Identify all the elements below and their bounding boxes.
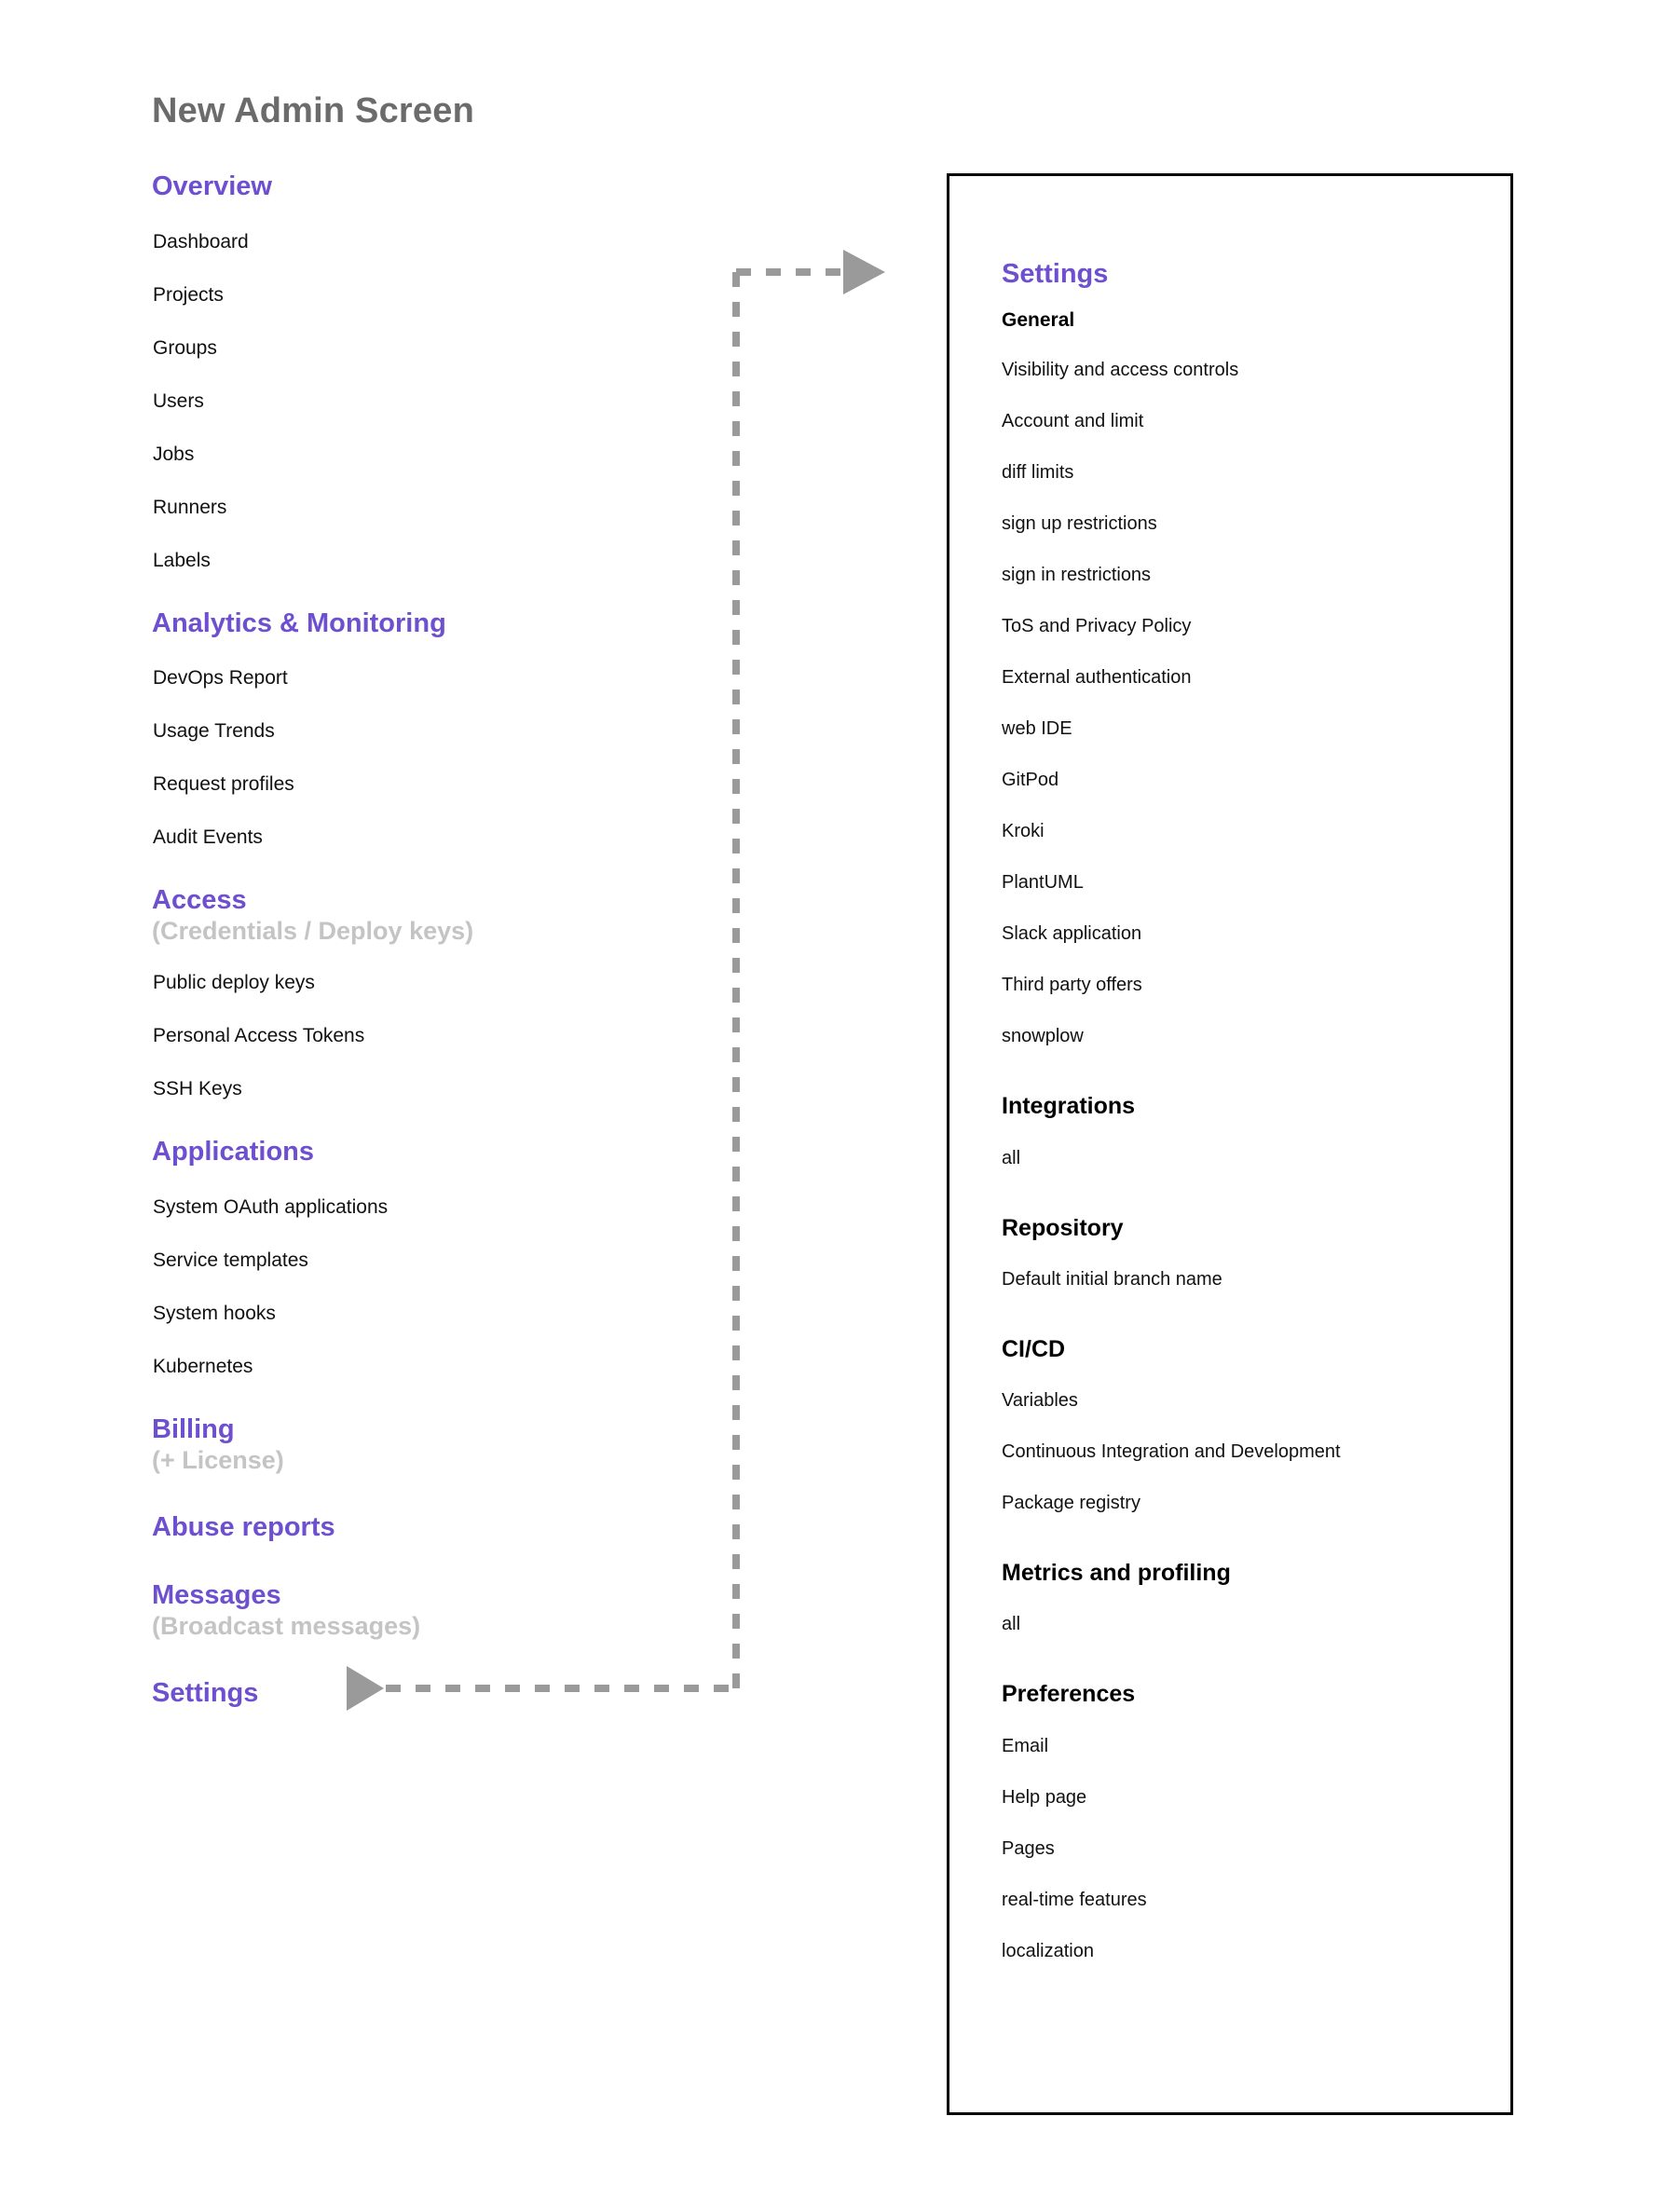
nav-item-jobs[interactable]: Jobs bbox=[152, 444, 674, 464]
nav-group-messages: Messages (Broadcast messages) bbox=[152, 1581, 674, 1640]
admin-nav-column: Overview Dashboard Projects Groups Users… bbox=[152, 172, 674, 1708]
nav-group-heading-overview[interactable]: Overview bbox=[152, 172, 674, 201]
nav-group-heading-analytics-monitoring[interactable]: Analytics & Monitoring bbox=[152, 608, 674, 638]
nav-group-heading-abuse-reports[interactable]: Abuse reports bbox=[152, 1513, 674, 1542]
nav-item-labels[interactable]: Labels bbox=[152, 551, 674, 570]
nav-item-system-oauth-applications[interactable]: System OAuth applications bbox=[152, 1197, 674, 1217]
settings-item-tos-and-privacy-policy[interactable]: ToS and Privacy Policy bbox=[1002, 617, 1494, 635]
settings-item-default-initial-branch-name[interactable]: Default initial branch name bbox=[1002, 1270, 1494, 1289]
nav-group-abuse-reports: Abuse reports bbox=[152, 1513, 674, 1542]
settings-item-sign-in-restrictions[interactable]: sign in restrictions bbox=[1002, 566, 1494, 584]
settings-panel-content: Settings General Visibility and access c… bbox=[1002, 260, 1494, 1960]
nav-item-system-hooks[interactable]: System hooks bbox=[152, 1304, 674, 1323]
settings-section-heading-repository: Repository bbox=[1002, 1214, 1124, 1241]
settings-item-real-time-features[interactable]: real-time features bbox=[1002, 1891, 1494, 1909]
nav-group-billing: Billing (+ License) bbox=[152, 1415, 674, 1474]
settings-section-heading-ci-cd: CI/CD bbox=[1002, 1335, 1066, 1362]
settings-item-email[interactable]: Email bbox=[1002, 1737, 1494, 1755]
settings-section-heading-preferences: Preferences bbox=[1002, 1681, 1136, 1708]
nav-group-settings: Settings bbox=[152, 1679, 674, 1708]
nav-item-kubernetes[interactable]: Kubernetes bbox=[152, 1357, 674, 1376]
nav-group-applications: Applications System OAuth applications S… bbox=[152, 1138, 674, 1376]
nav-item-personal-access-tokens[interactable]: Personal Access Tokens bbox=[152, 1026, 674, 1045]
settings-item-gitpod[interactable]: GitPod bbox=[1002, 771, 1494, 789]
settings-section-heading-metrics-and-profiling: Metrics and profiling bbox=[1002, 1560, 1231, 1587]
nav-group-subheading-billing: (+ License) bbox=[152, 1445, 284, 1474]
settings-detail-panel: Settings General Visibility and access c… bbox=[947, 173, 1513, 2115]
nav-group-heading-settings[interactable]: Settings bbox=[152, 1679, 674, 1708]
nav-item-public-deploy-keys[interactable]: Public deploy keys bbox=[152, 973, 674, 992]
nav-group-heading-billing[interactable]: Billing bbox=[152, 1415, 674, 1444]
nav-group-access: Access (Credentials / Deploy keys) Publi… bbox=[152, 886, 674, 1099]
settings-panel-title: Settings bbox=[1002, 259, 1109, 289]
nav-group-heading-messages[interactable]: Messages bbox=[152, 1581, 674, 1610]
settings-item-diff-limits[interactable]: diff limits bbox=[1002, 463, 1494, 482]
settings-item-account-and-limit[interactable]: Account and limit bbox=[1002, 412, 1494, 430]
nav-group-heading-applications[interactable]: Applications bbox=[152, 1138, 674, 1167]
settings-item-pages[interactable]: Pages bbox=[1002, 1839, 1494, 1858]
settings-item-external-authentication[interactable]: External authentication bbox=[1002, 668, 1494, 687]
nav-item-users[interactable]: Users bbox=[152, 391, 674, 411]
settings-item-third-party-offers[interactable]: Third party offers bbox=[1002, 976, 1494, 994]
nav-item-service-templates[interactable]: Service templates bbox=[152, 1250, 674, 1270]
nav-item-projects[interactable]: Projects bbox=[152, 285, 674, 305]
nav-item-usage-trends[interactable]: Usage Trends bbox=[152, 721, 674, 741]
arrow-right-icon bbox=[843, 250, 885, 294]
nav-group-subheading-access: (Credentials / Deploy keys) bbox=[152, 917, 474, 946]
settings-section-heading-general: General bbox=[1002, 309, 1075, 332]
nav-group-overview: Overview Dashboard Projects Groups Users… bbox=[152, 172, 674, 570]
settings-item-metrics-all[interactable]: all bbox=[1002, 1615, 1494, 1633]
settings-item-continuous-integration-and-development[interactable]: Continuous Integration and Development bbox=[1002, 1442, 1494, 1461]
nav-group-analytics-monitoring: Analytics & Monitoring DevOps Report Usa… bbox=[152, 608, 674, 847]
nav-item-devops-report[interactable]: DevOps Report bbox=[152, 668, 674, 688]
settings-section-heading-integrations: Integrations bbox=[1002, 1093, 1136, 1120]
settings-item-variables[interactable]: Variables bbox=[1002, 1391, 1494, 1410]
nav-item-runners[interactable]: Runners bbox=[152, 498, 674, 517]
nav-item-groups[interactable]: Groups bbox=[152, 338, 674, 358]
settings-item-snowplow[interactable]: snowplow bbox=[1002, 1027, 1494, 1045]
settings-item-plantuml[interactable]: PlantUML bbox=[1002, 873, 1494, 892]
settings-item-slack-application[interactable]: Slack application bbox=[1002, 924, 1494, 943]
settings-item-integrations-all[interactable]: all bbox=[1002, 1149, 1494, 1167]
settings-item-web-ide[interactable]: web IDE bbox=[1002, 719, 1494, 738]
settings-item-package-registry[interactable]: Package registry bbox=[1002, 1494, 1494, 1512]
nav-group-subheading-messages: (Broadcast messages) bbox=[152, 1611, 421, 1640]
settings-item-localization[interactable]: localization bbox=[1002, 1942, 1494, 1960]
nav-group-heading-access[interactable]: Access bbox=[152, 886, 674, 915]
page-title: New Admin Screen bbox=[152, 91, 474, 130]
nav-item-ssh-keys[interactable]: SSH Keys bbox=[152, 1079, 674, 1099]
nav-item-request-profiles[interactable]: Request profiles bbox=[152, 774, 674, 794]
settings-item-kroki[interactable]: Kroki bbox=[1002, 822, 1494, 840]
nav-item-audit-events[interactable]: Audit Events bbox=[152, 827, 674, 847]
settings-item-visibility-and-access-controls[interactable]: Visibility and access controls bbox=[1002, 361, 1494, 379]
nav-item-dashboard[interactable]: Dashboard bbox=[152, 232, 674, 252]
settings-item-help-page[interactable]: Help page bbox=[1002, 1788, 1494, 1807]
settings-item-sign-up-restrictions[interactable]: sign up restrictions bbox=[1002, 514, 1494, 533]
